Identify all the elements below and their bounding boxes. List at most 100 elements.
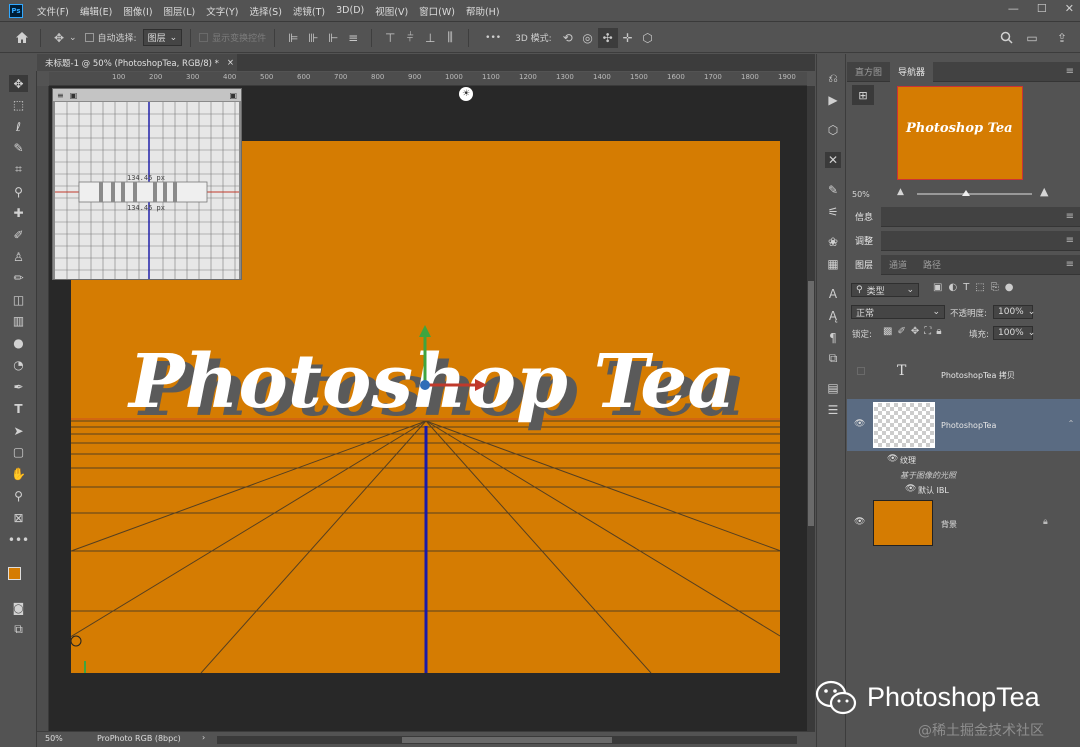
zoom-level[interactable]: 50%	[45, 734, 63, 743]
brush-settings-icon[interactable]: ⚟	[825, 204, 841, 220]
pen-tool-icon[interactable]: ✒	[9, 378, 28, 395]
eye-icon[interactable]: 👁︎	[854, 419, 865, 429]
zoom-out-icon[interactable]: ▲	[897, 187, 904, 197]
visibility-toggle[interactable]	[857, 367, 865, 375]
notes-icon[interactable]: ☰	[825, 402, 841, 418]
adjustment-filter-icon[interactable]: ◐	[948, 282, 957, 293]
3d-camera-tool-icon[interactable]: ⊠	[9, 509, 28, 526]
fill-input[interactable]: 100% ⌄	[993, 326, 1035, 340]
preview-close-icon[interactable]: ▣	[229, 91, 237, 100]
orbit-3d-icon[interactable]: ⟲	[558, 28, 578, 48]
menu-select[interactable]: 选择(S)	[249, 4, 281, 18]
scroll-thumb[interactable]	[402, 737, 612, 743]
menu-edit[interactable]: 编辑(E)	[80, 4, 112, 18]
light-icon[interactable]: ☀	[459, 87, 473, 101]
menu-type[interactable]: 文字(Y)	[206, 4, 238, 18]
pixel-filter-icon[interactable]: ▣	[933, 282, 942, 293]
minimize-button[interactable]: —	[1008, 2, 1019, 15]
chevron-right-icon[interactable]: ›	[202, 733, 205, 742]
brush-panel-icon[interactable]: ✎	[825, 182, 841, 198]
align-hcenter-icon[interactable]: ⊪	[303, 28, 323, 48]
lock-artboard-icon[interactable]: ⛶	[924, 326, 931, 337]
screen-mode-icon[interactable]: ⧉	[9, 621, 28, 638]
auto-select-dropdown[interactable]: 图层 ⌄	[142, 29, 183, 46]
layer-filter-dropdown[interactable]: ⚲ 类型 ⌄	[851, 283, 919, 297]
eyedropper-tool-icon[interactable]: ⚲	[9, 183, 28, 200]
align-bottom-icon[interactable]: ⊥	[420, 28, 440, 48]
styles-icon[interactable]: ❀	[825, 234, 841, 250]
align-right-icon[interactable]: ⊩	[323, 28, 343, 48]
smart-filter-icon[interactable]: ⎘	[991, 282, 999, 293]
layer-row[interactable]: 👁︎ 背景 🔒︎	[847, 497, 1062, 549]
tab-info[interactable]: 信息	[847, 206, 882, 227]
menu-help[interactable]: 帮助(H)	[466, 4, 500, 18]
marquee-tool-icon[interactable]: ⬚	[9, 96, 28, 113]
distribute-vertical-icon[interactable]: ⫼	[440, 28, 460, 48]
opacity-input[interactable]: 100% ⌄	[993, 305, 1035, 319]
type-filter-icon[interactable]: T	[963, 282, 969, 293]
workspace-icon[interactable]: ▭	[1022, 28, 1042, 48]
tab-paths[interactable]: 路径	[915, 255, 949, 275]
menu-window[interactable]: 窗口(W)	[419, 4, 455, 18]
share-icon[interactable]: ⇪	[1052, 28, 1072, 48]
panel-menu-icon[interactable]: ≡	[1066, 235, 1074, 246]
move-tool-icon[interactable]: ✥	[49, 28, 69, 48]
lock-all-icon[interactable]: 🔒︎	[936, 326, 941, 337]
eraser-tool-icon[interactable]: ◫	[9, 291, 28, 308]
quick-mask-icon[interactable]: ◙	[9, 599, 28, 616]
layer-row-selected[interactable]: 👁︎ PhotoshopTea	[847, 399, 1062, 451]
eye-icon[interactable]: 👁︎	[887, 454, 898, 464]
align-vcenter-icon[interactable]: ⫩	[400, 28, 420, 48]
lock-pixels-icon[interactable]: ✐	[897, 326, 905, 337]
panel-menu-icon[interactable]: ≡	[1066, 66, 1074, 77]
history-icon[interactable]: ⎌	[825, 70, 841, 86]
chevron-down-icon[interactable]: ⌄	[69, 33, 77, 43]
timeline-icon[interactable]: ▤	[825, 380, 841, 396]
close-button[interactable]: ✕	[1065, 2, 1074, 15]
preview-camera-icon[interactable]: ▣	[70, 91, 78, 100]
quick-select-tool-icon[interactable]: ✎	[9, 139, 28, 156]
3d-secondary-view[interactable]: ≡ ▣ ▣ 134.45 px 134.45 px	[52, 88, 242, 280]
tab-layers[interactable]: 图层	[847, 254, 882, 275]
drag-3d-icon[interactable]: ✣	[597, 27, 618, 48]
close-tab-icon[interactable]: ×	[227, 58, 234, 68]
navigator-zoom[interactable]: 50%	[852, 190, 870, 199]
tab-channels[interactable]: 通道	[881, 255, 915, 275]
scale-3d-icon[interactable]: ⬡	[638, 28, 658, 48]
shape-filter-icon[interactable]: ⬚	[975, 282, 984, 293]
collapse-icon[interactable]: ⌃	[1062, 399, 1080, 451]
zoom-tool-icon[interactable]: ⚲	[9, 487, 28, 504]
search-icon[interactable]	[996, 28, 1016, 48]
brush-tool-icon[interactable]: ✐	[9, 226, 28, 243]
menu-filter[interactable]: 滤镜(T)	[293, 4, 325, 18]
distribute-icon[interactable]: ≡	[343, 28, 363, 48]
slider-thumb[interactable]	[962, 190, 970, 196]
align-left-icon[interactable]: ⊫	[283, 28, 303, 48]
gradient-tool-icon[interactable]: ▥	[9, 312, 28, 329]
horizontal-scrollbar[interactable]	[217, 736, 797, 744]
character-icon[interactable]: A	[825, 286, 841, 302]
tab-histogram[interactable]: 直方图	[847, 62, 890, 82]
menu-layer[interactable]: 图层(L)	[164, 4, 196, 18]
shape-tool-icon[interactable]: ▢	[9, 443, 28, 460]
more-options-button[interactable]: •••	[485, 33, 501, 43]
crop-tool-icon[interactable]: ⌗	[9, 161, 28, 178]
menu-3d[interactable]: 3D(D)	[336, 5, 364, 16]
blend-mode-dropdown[interactable]: 正常 ⌄	[851, 305, 945, 319]
menu-view[interactable]: 视图(V)	[375, 4, 408, 18]
layer-row[interactable]: T PhotoshopTea 拷贝	[847, 347, 1062, 399]
lock-transparency-icon[interactable]: ▩	[883, 326, 892, 337]
slide-3d-icon[interactable]: ✛	[618, 28, 638, 48]
type-tool-icon[interactable]: T	[9, 400, 28, 417]
libraries-icon[interactable]: ⧉	[825, 350, 841, 366]
lasso-tool-icon[interactable]: ℓ	[9, 118, 28, 135]
stamp-tool-icon[interactable]: ♙	[9, 248, 28, 265]
maximize-button[interactable]: ☐	[1037, 2, 1047, 15]
eye-icon[interactable]: 👁︎	[854, 517, 865, 527]
swatches-icon[interactable]: ▦	[825, 256, 841, 272]
zoom-in-icon[interactable]: ▲	[1040, 185, 1048, 198]
paragraph-icon[interactable]: ¶	[825, 330, 841, 346]
navigator-preview[interactable]: Photoshop Tea	[897, 86, 1023, 180]
actions-play-icon[interactable]: ▶	[825, 92, 841, 108]
filter-toggle-icon[interactable]: ●	[1005, 282, 1014, 293]
